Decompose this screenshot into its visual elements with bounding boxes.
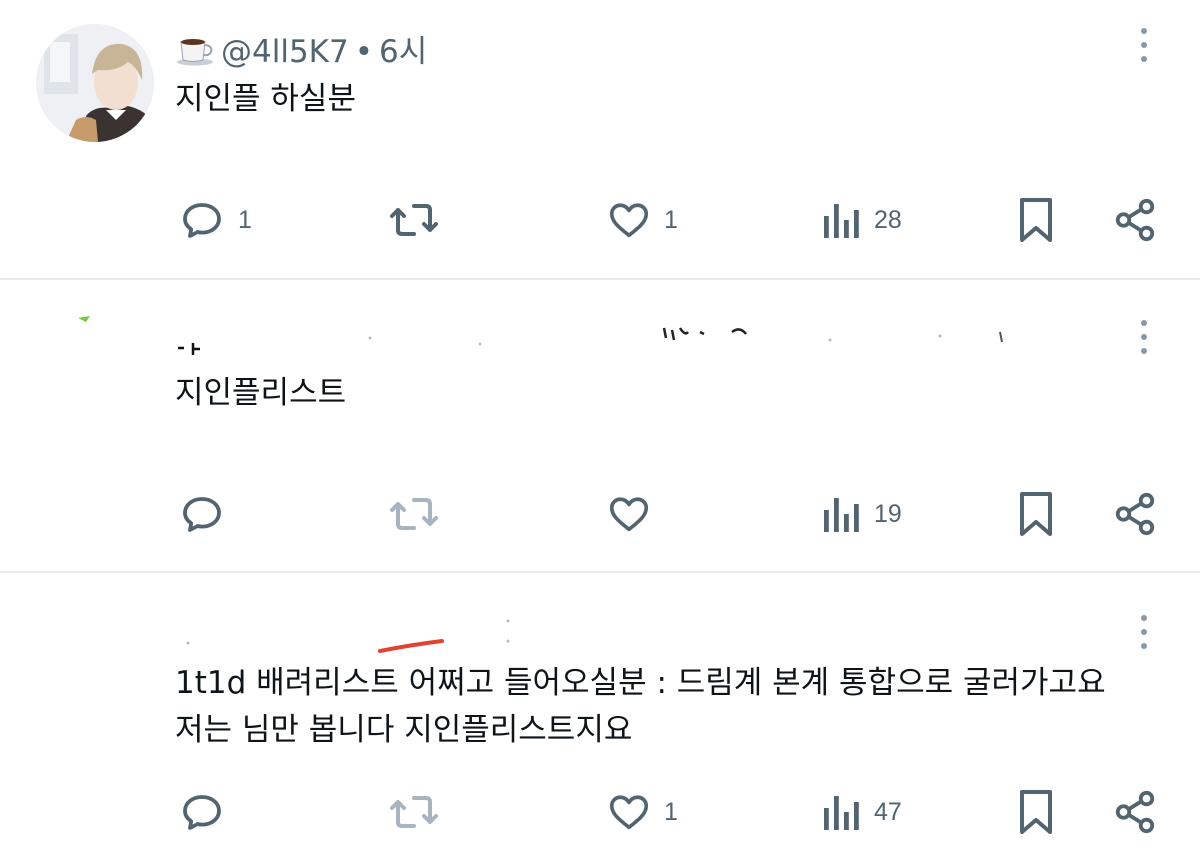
heart-icon <box>609 203 649 238</box>
views-icon <box>824 796 859 830</box>
bookmark-icon <box>1020 492 1052 536</box>
action-bar: 1 47 <box>0 782 1200 842</box>
more-options-icon[interactable] <box>1128 28 1158 68</box>
reply-button[interactable] <box>178 484 238 544</box>
post-text-line-1: 1t1d 배려리스트 어쩌고 들어오실분 : 드림계 본계 통합으로 굴러가고요 <box>175 665 1106 701</box>
like-button[interactable]: 1 <box>606 190 678 250</box>
reply-icon <box>183 795 221 830</box>
action-bar: 19 <box>0 484 1200 544</box>
bookmark-button[interactable] <box>1016 484 1056 544</box>
retweet-button[interactable] <box>388 484 452 544</box>
like-count: 1 <box>664 797 678 826</box>
share-button[interactable] <box>1112 190 1158 250</box>
like-count: 1 <box>664 205 678 234</box>
views-count: 28 <box>874 205 902 234</box>
views-count: 47 <box>874 797 902 826</box>
views-icon <box>824 204 859 238</box>
share-icon <box>1115 492 1155 536</box>
views-button[interactable]: 19 <box>822 484 902 544</box>
post-text-line-2: 저는 님만 봅니다 지인플리스트지요 <box>175 712 633 748</box>
author-handle[interactable]: @4ll5K7 <box>221 34 349 70</box>
views-count: 19 <box>874 499 902 528</box>
action-bar: 1 1 28 <box>0 190 1200 250</box>
views-button[interactable]: 47 <box>822 782 902 842</box>
reply-count: 1 <box>238 205 252 234</box>
post-meta: @4ll5K7 • 6시 <box>175 26 427 71</box>
bookmark-button[interactable] <box>1016 782 1056 842</box>
retweet-icon <box>390 498 438 530</box>
retweet-button[interactable] <box>388 190 452 250</box>
coffee-icon <box>175 34 221 70</box>
post-text: 지인플리스트 <box>175 375 347 411</box>
post-1[interactable]: @4ll5K7 • 6시 지인플 하실분 1 1 28 <box>0 0 1200 280</box>
retweet-icon <box>390 204 438 236</box>
post-2[interactable]: 지인플리스트 19 <box>0 280 1200 573</box>
share-icon <box>1115 790 1155 834</box>
retweet-button[interactable] <box>388 782 452 842</box>
redacted-header <box>186 619 510 653</box>
meta-separator: • <box>354 34 374 70</box>
redacted-header <box>78 316 1003 355</box>
bookmark-icon <box>1020 790 1052 834</box>
reply-icon <box>183 203 221 238</box>
reply-button[interactable]: 1 <box>178 190 252 250</box>
share-icon <box>1115 198 1155 242</box>
heart-icon <box>609 795 649 830</box>
retweet-icon <box>390 796 438 828</box>
more-options-icon[interactable] <box>1128 615 1158 655</box>
bookmark-button[interactable] <box>1016 190 1056 250</box>
share-button[interactable] <box>1112 782 1158 842</box>
post-time[interactable]: 6시 <box>379 34 427 70</box>
heart-icon <box>609 497 649 532</box>
more-options-icon[interactable] <box>1128 320 1158 360</box>
bookmark-icon <box>1020 198 1052 242</box>
avatar[interactable] <box>36 24 154 142</box>
post-text: 지인플 하실분 <box>175 81 356 117</box>
reply-button[interactable] <box>178 782 238 842</box>
share-button[interactable] <box>1112 484 1158 544</box>
post-3[interactable]: 1t1d 배려리스트 어쩌고 들어오실분 : 드림계 본계 통합으로 굴러가고요… <box>0 573 1200 850</box>
reply-icon <box>183 497 221 532</box>
avatar-image <box>36 24 154 142</box>
views-button[interactable]: 28 <box>822 190 902 250</box>
like-button[interactable]: 1 <box>606 782 678 842</box>
views-icon <box>824 498 859 532</box>
like-button[interactable] <box>606 484 664 544</box>
